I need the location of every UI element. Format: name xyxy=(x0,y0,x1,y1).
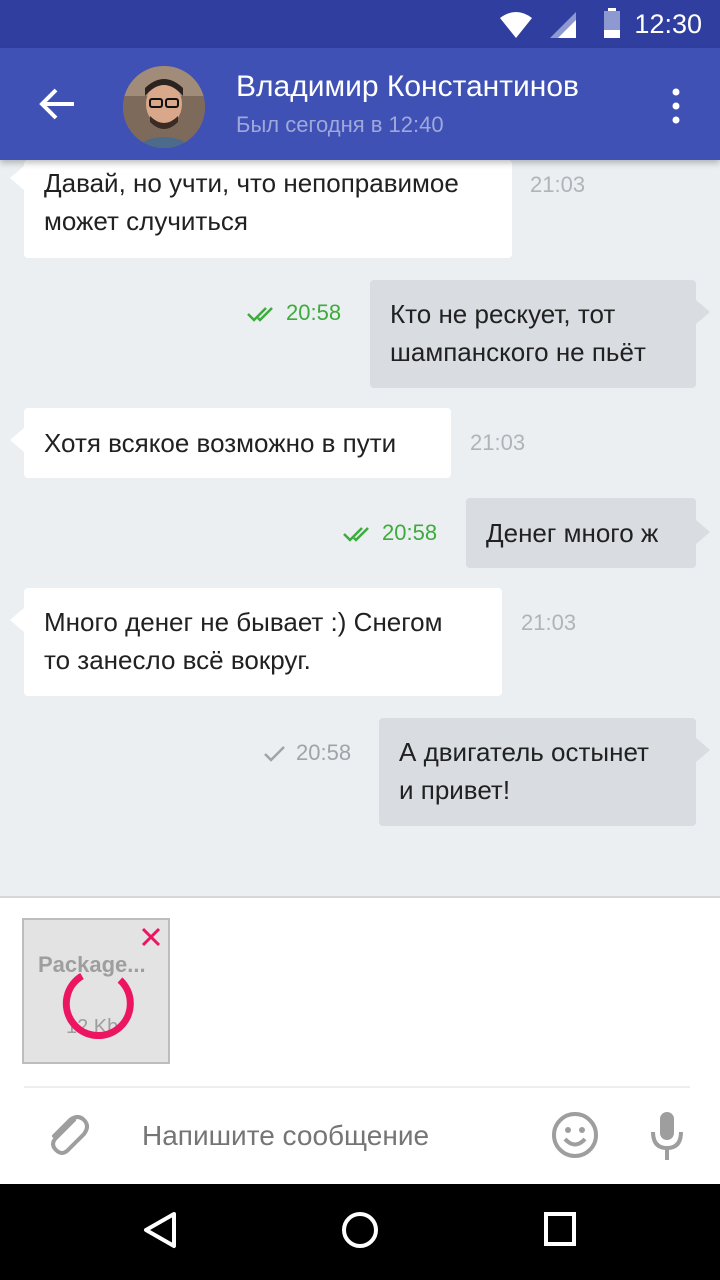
last-seen-status: Был сегодня в 12:40 xyxy=(236,112,444,137)
message-time: 20:58 xyxy=(382,520,438,545)
battery-icon xyxy=(604,8,620,38)
smiley-icon[interactable] xyxy=(550,1110,600,1160)
bubble-tail xyxy=(10,166,24,190)
message-bubble[interactable]: Кто не рескует, тот шампанского не пьёт xyxy=(370,280,696,388)
microphone-icon[interactable] xyxy=(648,1108,686,1164)
more-vert-icon[interactable] xyxy=(664,86,688,126)
message-text: Хотя всякое возможно в пути xyxy=(44,428,397,458)
message-bubble[interactable]: Хотя всякое возможно в пути xyxy=(24,408,451,478)
wifi-icon xyxy=(500,12,532,38)
attachment-preview[interactable]: Package... 12 Kb xyxy=(22,918,170,1064)
system-nav-bar xyxy=(0,1184,720,1280)
message-bubble[interactable]: Много денег не бывает :) Снегом то занес… xyxy=(24,588,502,696)
bubble-tail xyxy=(10,608,24,632)
status-bar: 12:30 xyxy=(0,0,720,48)
paperclip-icon[interactable] xyxy=(44,1110,90,1158)
message-list[interactable]: Давай, но учти, что непоправимое может с… xyxy=(0,160,720,896)
avatar[interactable] xyxy=(123,66,205,148)
message-text: Давай, но учти, что непоправимое может с… xyxy=(44,168,459,236)
message-bubble[interactable]: Давай, но учти, что непоправимое может с… xyxy=(24,160,512,258)
message-text: Кто не рескует, тот шампанского не пьёт xyxy=(390,299,646,367)
bubble-tail xyxy=(10,428,24,452)
upload-progress-spinner xyxy=(62,972,134,1039)
message-time: 21:03 xyxy=(470,430,526,455)
message-time: 20:58 xyxy=(286,300,342,325)
contact-name[interactable]: Владимир Константинов xyxy=(236,70,579,104)
message-meta: 20:58 xyxy=(342,520,437,546)
nav-back-icon[interactable] xyxy=(142,1210,178,1250)
message-time: 20:58 xyxy=(296,740,352,765)
back-arrow-icon[interactable] xyxy=(34,82,78,126)
bubble-tail xyxy=(696,520,710,544)
nav-home-icon[interactable] xyxy=(340,1210,380,1250)
nav-recents-icon[interactable] xyxy=(542,1210,578,1250)
message-text: А двигатель остынет и привет! xyxy=(399,737,649,805)
message-meta: 20:58 xyxy=(262,740,351,766)
message-input[interactable] xyxy=(142,1116,522,1156)
composer: Package... 12 Kb xyxy=(0,896,720,1184)
message-text: Много денег не бывает :) Снегом то занес… xyxy=(44,607,443,675)
double-check-icon xyxy=(247,307,273,322)
chat-toolbar: Владимир Константинов Был сегодня в 12:4… xyxy=(0,48,720,160)
message-bubble[interactable]: А двигатель остынет и привет! xyxy=(379,718,696,826)
message-text: Денег много ж xyxy=(486,518,659,548)
status-time: 12:30 xyxy=(634,9,702,39)
message-bubble[interactable]: Денег много ж xyxy=(466,498,696,568)
single-check-icon xyxy=(264,746,285,762)
double-check-icon xyxy=(343,527,369,542)
message-meta: 20:58 xyxy=(246,300,341,326)
message-time: 21:03 xyxy=(521,610,577,635)
composer-divider xyxy=(24,1086,690,1088)
close-icon[interactable] xyxy=(140,926,162,948)
signal-icon xyxy=(550,12,576,38)
bubble-tail xyxy=(696,300,710,324)
bubble-tail xyxy=(696,738,710,762)
message-time: 21:03 xyxy=(530,172,586,197)
